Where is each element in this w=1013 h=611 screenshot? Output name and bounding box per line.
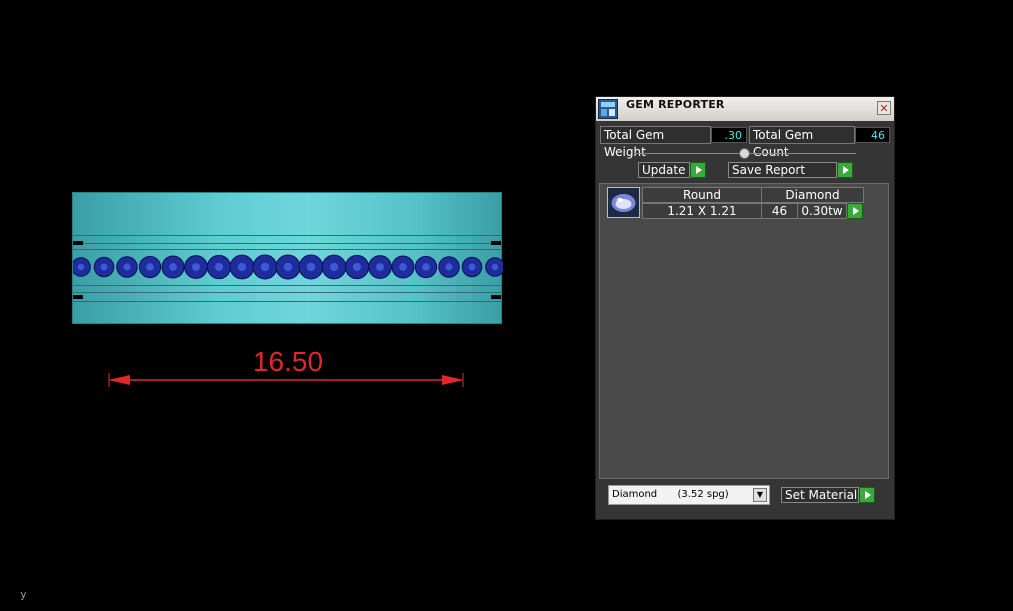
gem-table-facet [329,262,339,272]
ring-notch [491,241,501,245]
gem-table-facet [491,263,499,271]
panel-title: GEM REPORTER [626,98,725,111]
ring-groove-line [73,235,501,236]
total-gem-count-value: 46 [855,127,890,143]
material-select-name: Diamond [612,489,658,500]
panel-titlebar[interactable]: GEM REPORTER ✕ [596,97,894,121]
gem-table-facet [376,263,384,271]
gem-table-facet [260,262,270,272]
gem-shape-cell[interactable]: Round [642,187,762,203]
chevron-down-icon[interactable]: ▼ [753,488,767,502]
gem-list: Round Diamond 1.21 X 1.21 46 0.30tw [599,183,889,479]
ring-groove-line [73,249,501,250]
material-select[interactable]: Diamond (3.52 spg) ▼ [608,485,770,505]
gem-row [73,254,503,280]
ring-notch [73,241,83,245]
gem-table-facet [123,263,131,271]
update-button[interactable]: Update [638,162,690,178]
save-report-play-icon[interactable] [837,162,853,178]
gem-table-facet [192,263,200,271]
ring-model[interactable] [72,192,503,324]
gem-table-facet [399,263,407,271]
gem-weight-cell[interactable]: 0.30tw [797,203,847,219]
total-gem-count-label: Total Gem Count [749,126,855,159]
gem-reporter-panel: GEM REPORTER ✕ Total Gem Weight .30 Tota… [595,96,895,520]
axis-label: y [20,588,27,601]
gem-table-facet [283,262,293,272]
ring-notch [491,295,501,299]
gem-table-facet [468,263,476,271]
save-report-button[interactable]: Save Report [728,162,837,178]
slider-handle[interactable] [739,148,750,159]
gem-table-facet [100,263,108,271]
ring-groove-line [73,301,501,302]
total-gem-weight-value: .30 [711,127,747,143]
gem-table-facet [237,262,247,272]
set-material-play-icon[interactable] [859,487,875,503]
material-select-spg: (3.52 spg) [677,489,729,500]
ring-groove-line [73,285,501,286]
gem-table-facet [146,263,154,271]
dimension-label: 16.50 [252,346,324,377]
ring-groove-line [73,292,501,293]
gem-material-cell[interactable]: Diamond [761,187,864,203]
ring-groove-line [73,243,501,244]
gem-table-facet [352,262,362,272]
total-gem-weight-label: Total Gem Weight [600,126,711,159]
gem-table-facet [422,263,430,271]
gem-table-facet [214,262,224,272]
gem-table-facet [445,263,453,271]
close-button[interactable]: ✕ [877,101,891,115]
set-material-button[interactable]: Set Material [781,487,859,503]
gem-table-facet [77,263,85,271]
update-play-icon[interactable] [690,162,706,178]
round-gem-icon[interactable] [607,187,640,218]
gem-table-facet [306,262,316,272]
ring-notch [73,295,83,299]
gem-count-cell[interactable]: 46 [761,203,798,219]
gem-size-cell[interactable]: 1.21 X 1.21 [642,203,762,219]
gem-reporter-icon [598,99,618,119]
gem-table-facet [169,263,177,271]
gem-row-play-icon[interactable] [847,203,863,219]
